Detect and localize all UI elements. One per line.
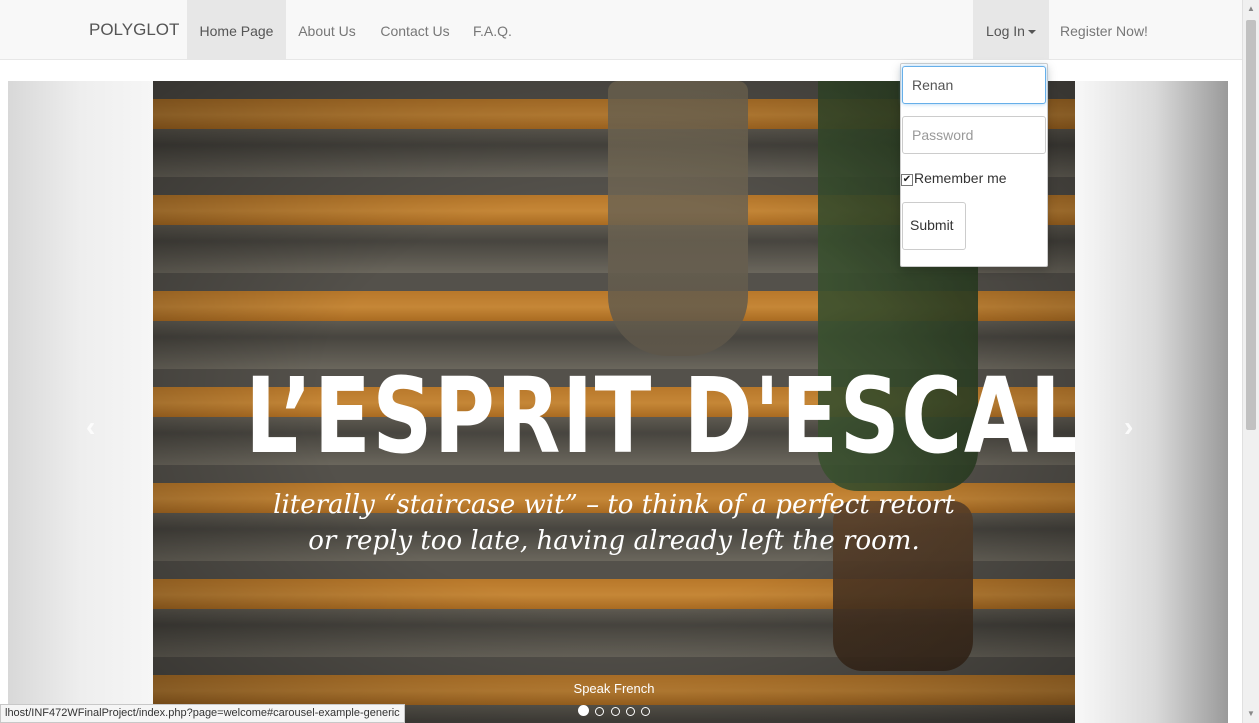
carousel-prev-icon[interactable]: ‹ [86,411,95,443]
login-label: Log In [986,23,1025,39]
caret-down-icon [1027,30,1036,35]
indicator-dot-4[interactable] [625,707,635,716]
register-link[interactable]: Register Now! [1052,0,1156,59]
login-dropdown-menu: Renan Password ✔ Remember me Submit [900,63,1048,267]
page-scrollbar[interactable]: ▲ ▼ [1242,0,1259,723]
indicator-dot-5[interactable] [641,707,651,716]
indicator-dot-1[interactable] [577,705,589,716]
scroll-up-icon[interactable]: ▲ [1247,4,1255,13]
remember-me-row: ✔ Remember me [901,170,1007,186]
subtitle-line-2: or reply too late, having already left t… [308,526,920,556]
nav-home-page[interactable]: Home Page [187,0,286,59]
scroll-down-icon[interactable]: ▼ [1247,709,1255,718]
login-dropdown-toggle[interactable]: Log In [973,0,1049,59]
slide-title: L’ESPRIT D'ESCALIER [245,355,1075,477]
slide-subtitle: literally “staircase wit” – to think of … [153,487,1075,559]
indicator-dot-3[interactable] [610,707,620,716]
remember-me-checkbox[interactable]: ✔ [901,174,913,186]
indicator-dot-2[interactable] [595,707,605,716]
top-navbar: POLYGLOT Home Page About Us Contact Us F… [0,0,1242,60]
submit-button[interactable]: Submit [902,202,966,250]
carousel-next-icon[interactable]: › [1124,411,1133,443]
username-input[interactable]: Renan [902,66,1046,104]
password-input[interactable]: Password [902,116,1046,154]
nav-about-us[interactable]: About Us [289,0,365,59]
status-bar-url: lhost/INF472WFinalProject/index.php?page… [0,704,405,723]
slide-caption: Speak French [573,681,655,696]
brand-logo[interactable]: POLYGLOT [89,20,179,40]
subtitle-line-1: literally “staircase wit” – to think of … [273,490,955,520]
nav-contact-us[interactable]: Contact Us [370,0,460,59]
nav-faq[interactable]: F.A.Q. [464,0,521,59]
remember-me-label: Remember me [914,170,1007,186]
scrollbar-thumb[interactable] [1246,20,1256,430]
